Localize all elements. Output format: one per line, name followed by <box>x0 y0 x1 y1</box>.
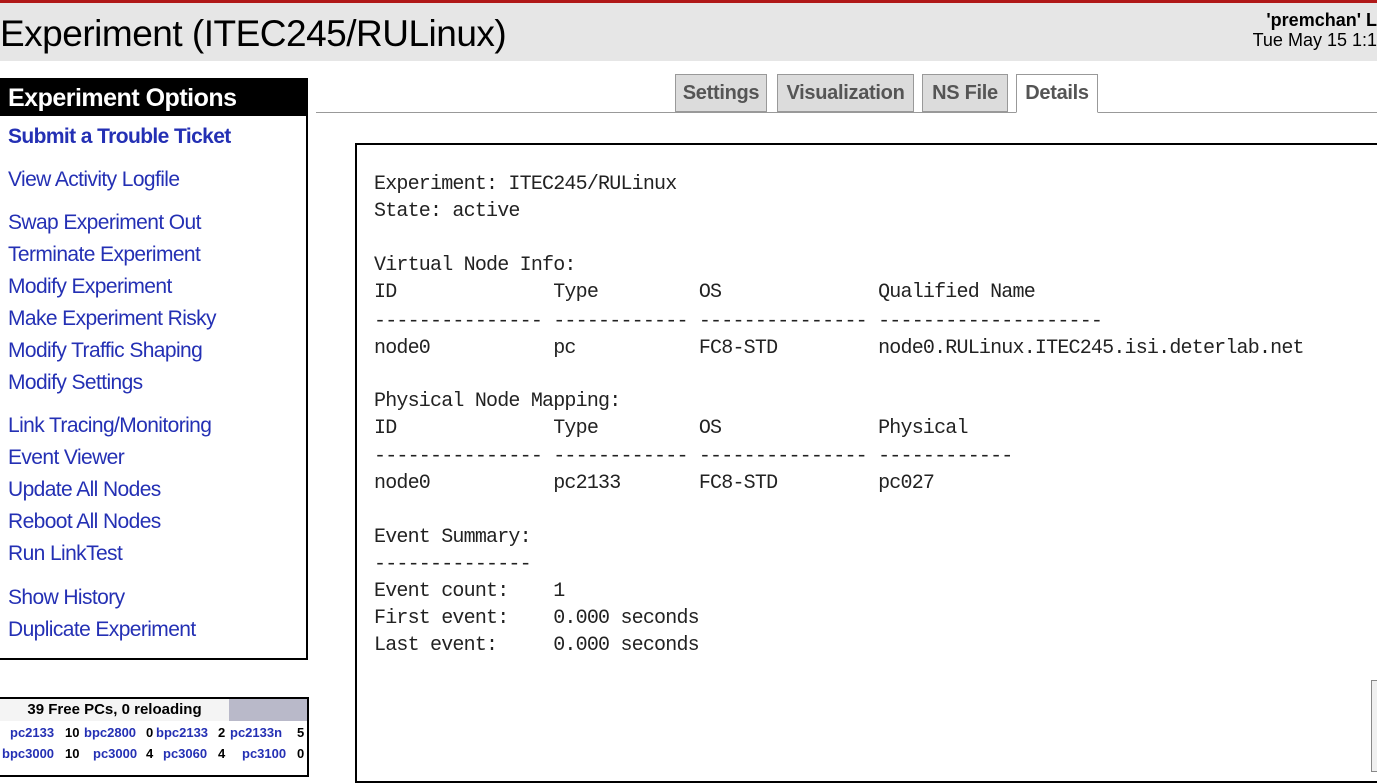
physical-mapping-row: node0 pc2133 FC8-STD pc027 <box>374 472 935 495</box>
link-tracing-monitoring-link[interactable]: Link Tracing/Monitoring <box>8 413 212 439</box>
view-activity-logfile-link[interactable]: View Activity Logfile <box>8 167 180 193</box>
physical-mapping-separator: --------------- ------------ -----------… <box>374 445 1013 468</box>
duplicate-experiment-link[interactable]: Duplicate Experiment <box>8 617 196 643</box>
page-header: Experiment (ITEC245/RULinux) 'premchan' … <box>0 3 1377 61</box>
virtual-node-heading: Virtual Node Info: <box>374 254 576 277</box>
submit-trouble-ticket-link[interactable]: Submit a Trouble Ticket <box>8 124 231 150</box>
event-summary-heading: Event Summary: <box>374 526 532 549</box>
details-panel: Experiment: ITEC245/RULinux State: activ… <box>355 143 1377 783</box>
terminate-experiment-link[interactable]: Terminate Experiment <box>8 242 201 268</box>
pc-type-link[interactable]: bpc3000 <box>2 744 54 764</box>
free-pcs-table: 39 Free PCs, 0 reloading pc2133 10 bpc28… <box>0 697 309 777</box>
pc-type-link[interactable]: bpc2800 <box>84 723 136 743</box>
tab-ns-file[interactable]: NS File <box>922 74 1008 112</box>
pc-count: 10 <box>65 725 80 740</box>
pc-type-link[interactable]: pc2133n <box>230 723 282 743</box>
pc-type-link[interactable]: pc3060 <box>163 744 207 764</box>
pc-count: 4 <box>146 746 154 761</box>
pc-count: 10 <box>65 746 80 761</box>
pc-type-link[interactable]: pc2133 <box>10 723 54 743</box>
modify-experiment-link[interactable]: Modify Experiment <box>8 274 172 300</box>
first-event-line: First event: 0.000 seconds <box>374 607 700 630</box>
virtual-node-separator: --------------- ------------ -----------… <box>374 310 1103 333</box>
pc-count: 0 <box>146 725 154 740</box>
swap-experiment-out-link[interactable]: Swap Experiment Out <box>8 210 201 236</box>
run-linktest-link[interactable]: Run LinkTest <box>8 541 123 567</box>
user-info: 'premchan' L Tue May 15 1:1 <box>1253 10 1377 50</box>
experiment-options-menu: Experiment Options Submit a Trouble Tick… <box>0 78 308 660</box>
pc-count: 5 <box>297 725 305 740</box>
tab-visualization[interactable]: Visualization <box>777 74 914 112</box>
event-count-line: Event count: 1 <box>374 580 565 603</box>
last-event-line: Last event: 0.000 seconds <box>374 634 700 657</box>
physical-mapping-heading: Physical Node Mapping: <box>374 390 621 413</box>
tab-details[interactable]: Details <box>1016 74 1098 113</box>
pc-type-link[interactable]: pc3000 <box>93 744 137 764</box>
datetime-label: Tue May 15 1:1 <box>1252 30 1377 50</box>
pc-count: 2 <box>218 725 226 740</box>
event-summary-separator: -------------- <box>374 553 532 576</box>
show-history-link[interactable]: Show History <box>8 585 125 611</box>
pc-count: 0 <box>297 746 305 761</box>
virtual-node-columns: ID Type OS Qualified Name <box>374 281 1036 304</box>
event-viewer-link[interactable]: Event Viewer <box>8 445 125 471</box>
physical-mapping-columns: ID Type OS Physical <box>374 417 969 440</box>
tab-settings[interactable]: Settings <box>675 74 767 112</box>
free-pcs-header-bar <box>229 699 307 721</box>
pc-count: 4 <box>218 746 226 761</box>
scrollbar[interactable] <box>1371 680 1377 772</box>
reboot-all-nodes-link[interactable]: Reboot All Nodes <box>8 509 161 535</box>
username-label: 'premchan' L <box>1266 10 1377 30</box>
pc-type-link[interactable]: bpc2133 <box>156 723 208 743</box>
free-pcs-header: 39 Free PCs, 0 reloading <box>0 699 229 721</box>
state-line: State: active <box>374 200 520 223</box>
modify-settings-link[interactable]: Modify Settings <box>8 370 143 396</box>
experiment-line: Experiment: ITEC245/RULinux <box>374 173 677 196</box>
virtual-node-row: node0 pc FC8-STD node0.RULinux.ITEC245.i… <box>374 337 1305 360</box>
pc-type-link[interactable]: pc3100 <box>242 744 286 764</box>
make-experiment-risky-link[interactable]: Make Experiment Risky <box>8 306 217 332</box>
menu-title: Experiment Options <box>0 80 306 116</box>
modify-traffic-shaping-link[interactable]: Modify Traffic Shaping <box>8 338 203 364</box>
update-all-nodes-link[interactable]: Update All Nodes <box>8 477 161 503</box>
page-title: Experiment (ITEC245/RULinux) <box>0 13 507 54</box>
tab-bar-divider <box>316 112 1377 113</box>
